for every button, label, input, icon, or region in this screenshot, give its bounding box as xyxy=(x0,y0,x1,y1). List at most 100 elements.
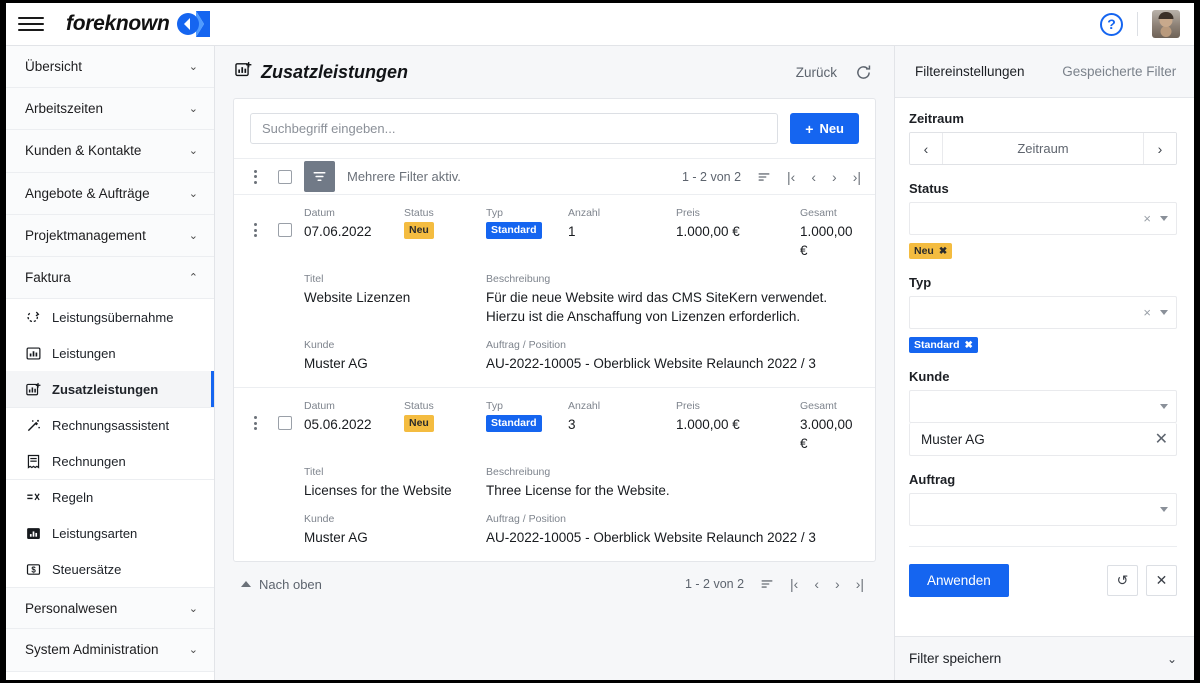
chevron-down-icon xyxy=(1160,507,1168,512)
filter-icon[interactable] xyxy=(304,161,335,192)
row-more-options-icon[interactable] xyxy=(244,416,266,430)
sidebar-group-angebote-auftraege[interactable]: Angebote & Aufträge ⌄ xyxy=(6,172,214,215)
field-value: 1 xyxy=(568,224,576,239)
field-kunde: Kunde Muster AG xyxy=(304,339,486,373)
sidebar-item-regeln[interactable]: Regeln xyxy=(6,479,214,516)
field-value: 3.000,00 € xyxy=(800,417,853,451)
sidebar-item-leistungsuebernahme[interactable]: Leistungsübernahme xyxy=(6,299,214,336)
sidebar-item-leistungen[interactable]: Leistungen xyxy=(6,335,214,372)
divider xyxy=(1137,12,1138,36)
last-page-icon[interactable]: ›| xyxy=(856,576,864,592)
sidebar-group-uebersicht[interactable]: Übersicht ⌄ xyxy=(6,46,214,89)
brand[interactable]: foreknown xyxy=(66,11,211,37)
typ-chip-label: Standard xyxy=(914,339,960,351)
main-header-actions: Zurück xyxy=(796,64,872,81)
chevron-down-icon: ⌄ xyxy=(188,145,198,158)
filter-panel-tabs: Filtereinstellungen Gespeicherte Filter xyxy=(895,46,1194,98)
sidebar-group-system-administration[interactable]: System Administration ⌄ xyxy=(6,629,214,672)
field-beschreibung: Beschreibung Three License for the Websi… xyxy=(486,466,859,500)
kunde-select[interactable] xyxy=(909,390,1177,423)
remove-kunde-icon[interactable]: ✕ xyxy=(1155,429,1168,449)
new-button[interactable]: + Neu xyxy=(790,113,859,144)
status-clear-icon[interactable]: × xyxy=(1143,211,1151,226)
row-checkbox[interactable] xyxy=(278,416,292,430)
apply-button[interactable]: Anwenden xyxy=(909,564,1009,597)
sidebar-item-zusatzleistungen[interactable]: Zusatzleistungen xyxy=(6,371,214,408)
sidebar-group-projektmanagement[interactable]: Projektmanagement ⌄ xyxy=(6,214,214,257)
help-icon[interactable]: ? xyxy=(1100,12,1123,36)
sort-icon[interactable] xyxy=(760,577,774,591)
brand-name: foreknown xyxy=(66,12,170,35)
sort-icon[interactable] xyxy=(757,170,771,184)
field-label: Titel xyxy=(304,466,324,478)
close-icon[interactable]: ✖ xyxy=(939,246,947,257)
zeitraum-value[interactable]: Zeitraum xyxy=(943,133,1143,164)
first-page-icon[interactable]: |‹ xyxy=(787,169,795,185)
sidebar-item-leistungsarten[interactable]: Leistungsarten xyxy=(6,515,214,552)
tab-filtereinstellungen[interactable]: Filtereinstellungen xyxy=(895,46,1045,97)
chevron-down-icon: ⌄ xyxy=(188,229,198,242)
sidebar-item-label: Regeln xyxy=(52,490,94,506)
close-icon[interactable]: ✖ xyxy=(965,340,973,351)
auftrag-select[interactable] xyxy=(909,493,1177,526)
scroll-to-top-label: Nach oben xyxy=(259,576,322,592)
hamburger-menu-icon[interactable] xyxy=(18,13,44,35)
sidebar-item-label: Zusatzleistungen xyxy=(52,381,159,397)
clear-filter-icon[interactable]: ✕ xyxy=(1146,565,1177,596)
next-page-icon[interactable]: › xyxy=(835,576,840,592)
sidebar-group-personalwesen[interactable]: Personalwesen ⌄ xyxy=(6,587,214,630)
field-auftrag: Auftrag / Position AU-2022-10005 - Oberb… xyxy=(486,513,859,547)
chevron-up-icon: ⌃ xyxy=(188,272,198,285)
tab-gespeicherte-filter[interactable]: Gespeicherte Filter xyxy=(1045,46,1195,97)
field-status: Status Neu xyxy=(404,400,486,453)
typ-clear-icon[interactable]: × xyxy=(1143,305,1151,320)
page-title-text: Zusatzleistungen xyxy=(261,61,409,82)
list-toolbar: Mehrere Filter aktiv. 1 - 2 von 2 |‹ ‹ ›… xyxy=(234,158,875,195)
filter-icon-buttons: ↺ ✕ xyxy=(1107,565,1177,596)
refresh-icon[interactable] xyxy=(855,64,872,81)
select-all-checkbox[interactable] xyxy=(278,169,292,184)
caret-up-icon xyxy=(241,581,251,587)
field-label: Preis xyxy=(676,207,700,219)
search-input[interactable] xyxy=(250,113,779,144)
user-avatar[interactable] xyxy=(1152,10,1180,38)
table-row[interactable]: Datum 05.06.2022 Status Neu Typ Standard xyxy=(234,388,875,561)
row-lead xyxy=(244,207,292,373)
sidebar-group-faktura[interactable]: Faktura ⌃ xyxy=(6,256,214,300)
reset-filter-icon[interactable]: ↺ xyxy=(1107,565,1138,596)
back-link[interactable]: Zurück xyxy=(796,65,837,80)
save-filter-section[interactable]: Filter speichern ⌄ xyxy=(895,636,1194,680)
table-row[interactable]: Datum 07.06.2022 Status Neu Typ Standard xyxy=(234,195,875,388)
more-options-icon[interactable] xyxy=(244,169,266,184)
row-more-options-icon[interactable] xyxy=(244,223,266,237)
sidebar-item-rechnungen[interactable]: Rechnungen xyxy=(6,443,214,480)
last-page-icon[interactable]: ›| xyxy=(853,169,861,185)
sidebar-item-label: Rechnungen xyxy=(52,453,126,469)
status-chip[interactable]: Neu ✖ xyxy=(909,243,953,259)
chart-box-icon xyxy=(26,346,41,361)
sidebar-item-steuersaetze[interactable]: $ Steuersätze xyxy=(6,551,214,588)
next-page-icon[interactable]: › xyxy=(832,169,837,185)
status-select[interactable]: × xyxy=(909,202,1177,235)
chevron-down-icon xyxy=(1160,404,1168,409)
field-label: Status xyxy=(404,400,434,412)
pager-bottom: 1 - 2 von 2 |‹ ‹ › ›| xyxy=(685,576,864,592)
chevron-down-icon: ⌄ xyxy=(188,602,198,615)
typ-chip[interactable]: Standard ✖ xyxy=(909,337,978,353)
prev-page-icon[interactable]: ‹ xyxy=(814,576,819,592)
bar-chart-icon xyxy=(26,526,41,541)
row-checkbox[interactable] xyxy=(278,223,292,237)
typ-select[interactable]: × xyxy=(909,296,1177,329)
zeitraum-prev-icon[interactable]: ‹ xyxy=(910,133,943,164)
sidebar-item-label: Steuersätze xyxy=(52,561,122,577)
first-page-icon[interactable]: |‹ xyxy=(790,576,798,592)
record-list: Datum 07.06.2022 Status Neu Typ Standard xyxy=(234,195,875,561)
sidebar-item-rechnungsassistent[interactable]: Rechnungsassistent xyxy=(6,407,214,444)
sidebar-group-kunden-kontakte[interactable]: Kunden & Kontakte ⌄ xyxy=(6,130,214,173)
typ-badge: Standard xyxy=(486,222,542,239)
prev-page-icon[interactable]: ‹ xyxy=(811,169,816,185)
sidebar-group-arbeitszeiten[interactable]: Arbeitszeiten ⌄ xyxy=(6,88,214,131)
scroll-to-top-button[interactable]: Nach oben xyxy=(241,577,322,592)
zeitraum-next-icon[interactable]: › xyxy=(1143,133,1176,164)
field-anzahl: Anzahl 1 xyxy=(568,207,676,260)
